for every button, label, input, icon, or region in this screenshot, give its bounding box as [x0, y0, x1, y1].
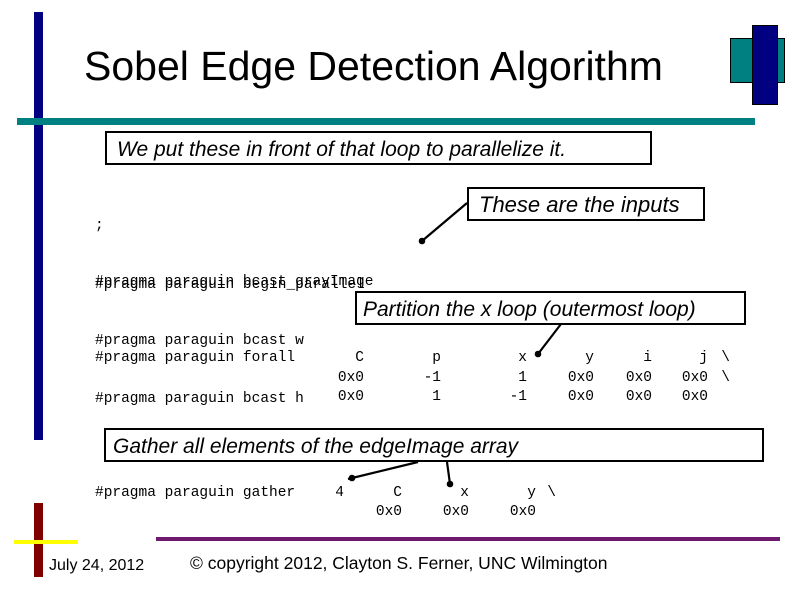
arrow-partition-to-x: [537, 323, 562, 355]
footer-divider: [156, 537, 780, 541]
arrow-head-dot: [534, 350, 542, 358]
arrow-gather-to-count: [347, 460, 419, 481]
decorative-yellow-bar: [14, 540, 78, 544]
arrow-head-dot: [348, 474, 356, 482]
arrow-inputs-to-grayimage: [421, 202, 468, 242]
footer-copyright: © copyright 2012, Clayton S. Ferner, UNC…: [190, 553, 608, 573]
arrow-head-dot: [446, 480, 454, 488]
arrow-gather-to-c: [445, 461, 452, 485]
callout-arrows: [347, 202, 562, 488]
footer-date: July 24, 2012: [49, 557, 145, 574]
arrow-head-dot: [418, 237, 426, 245]
